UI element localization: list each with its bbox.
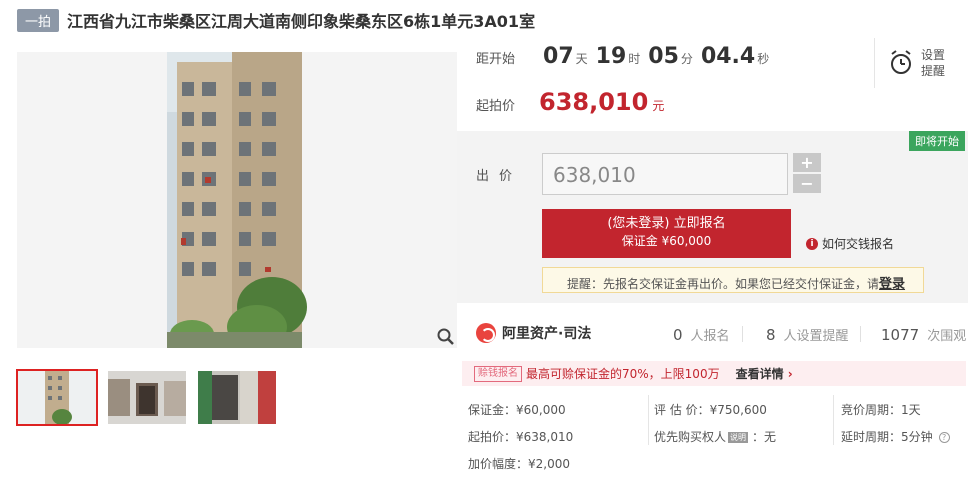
how-to-pay-link[interactable]: i 如何交钱报名 bbox=[806, 235, 894, 252]
stat-reminders-label: 人设置提醒 bbox=[783, 329, 849, 344]
start-price-value: 638,010 bbox=[539, 88, 649, 116]
stat-reminders: 8 人设置提醒 bbox=[766, 325, 849, 344]
info-icon: i bbox=[806, 237, 818, 250]
brand-name: 阿里资产·司法 bbox=[502, 326, 592, 342]
status-badge: 即将开始 bbox=[909, 131, 965, 151]
title-row: 一拍 江西省九江市柴桑区江周大道南侧印象柴桑东区6栋1单元3A01室 bbox=[17, 8, 535, 32]
bidding-cycle-info: 竞价周期：1天 bbox=[841, 403, 921, 417]
zoom-icon[interactable] bbox=[436, 327, 456, 347]
countdown-days: 07 bbox=[543, 44, 574, 69]
countdown-label: 距开始 bbox=[476, 52, 516, 67]
notice-text: 提醒：先报名交保证金再出价。如果您已经交付保证金，请 bbox=[567, 277, 880, 291]
deposit-info: 保证金：¥60,000 bbox=[468, 403, 566, 417]
page-title: 江西省九江市柴桑区江周大道南侧印象柴桑东区6栋1单元3A01室 bbox=[67, 12, 536, 31]
credit-promo-tag: 赊钱报名 bbox=[474, 365, 522, 382]
bid-label: 出价 bbox=[476, 169, 523, 184]
increase-bid-button[interactable]: + bbox=[793, 153, 821, 172]
start-price-label: 起拍价 bbox=[476, 99, 516, 114]
stat-views-count: 1077 bbox=[881, 326, 920, 344]
countdown-seconds-unit: 秒 bbox=[757, 52, 770, 66]
alarm-clock-icon bbox=[891, 50, 911, 74]
countdown-minutes: 05 bbox=[648, 44, 679, 69]
thumbnail-3[interactable] bbox=[198, 371, 276, 424]
countdown-seconds: 04.4 bbox=[700, 44, 756, 69]
login-notice: 提醒：先报名交保证金再出价。如果您已经交付保证金，请登录 bbox=[542, 267, 924, 293]
stat-divider bbox=[860, 326, 861, 342]
stat-divider bbox=[742, 326, 743, 342]
chevron-right-icon: › bbox=[787, 367, 793, 381]
set-reminder-line2: 提醒 bbox=[921, 64, 946, 78]
view-details-label: 查看详情 bbox=[735, 367, 784, 381]
start-price-info: 起拍价：¥638,010 bbox=[468, 430, 574, 444]
login-link[interactable]: 登录 bbox=[879, 277, 905, 292]
priority-buyer-value: ：无 bbox=[752, 430, 777, 444]
priority-buyer-info: 优先购买权人 说明 ：无 bbox=[654, 428, 776, 445]
bid-amount-input[interactable]: 638,010 bbox=[542, 153, 788, 195]
thumbnail-hallway-image bbox=[108, 371, 186, 424]
delay-cycle-label: 延时周期：5分钟 bbox=[841, 430, 933, 444]
countdown-minutes-unit: 分 bbox=[680, 52, 693, 66]
ali-assets-logo: 阿里资产·司法 bbox=[476, 323, 591, 343]
stat-views-label: 次围观 bbox=[927, 329, 967, 344]
view-details-link[interactable]: 查看详情 › bbox=[736, 365, 793, 382]
countdown-hours-unit: 时 bbox=[628, 52, 641, 66]
register-deposit-label: 保证金 ¥60,000 bbox=[621, 234, 712, 248]
credit-promo-banner: 赊钱报名 最高可赊保证金的70%，上限100万 查看详情 › bbox=[462, 361, 966, 386]
priority-note-icon[interactable]: 说明 bbox=[728, 432, 749, 443]
thumbnail-1[interactable] bbox=[16, 369, 98, 426]
start-price-row: 起拍价 638,010 元 bbox=[476, 88, 664, 116]
stat-registrations-count: 0 bbox=[673, 326, 683, 344]
set-reminder-line1: 设置 bbox=[921, 48, 946, 62]
appraisal-info: 评 估 价：¥750,600 bbox=[654, 403, 767, 417]
countdown-hours: 19 bbox=[595, 44, 627, 69]
stat-registrations-label: 人报名 bbox=[690, 329, 730, 344]
start-price-unit: 元 bbox=[652, 99, 665, 113]
info-divider bbox=[648, 395, 649, 445]
set-reminder-button[interactable]: 设置 提醒 bbox=[874, 38, 954, 88]
priority-buyer-label: 优先购买权人 bbox=[654, 430, 727, 444]
countdown-days-unit: 天 bbox=[575, 52, 588, 66]
ali-logo-icon bbox=[476, 323, 496, 343]
auction-round-badge: 一拍 bbox=[17, 8, 60, 32]
how-to-pay-label: 如何交钱报名 bbox=[822, 237, 895, 251]
stat-reminders-count: 8 bbox=[766, 326, 776, 344]
increment-info: 加价幅度：¥2,000 bbox=[468, 457, 570, 471]
countdown: 距开始 07 天 19 时 05 分 04.4 秒 bbox=[476, 44, 775, 69]
delay-cycle-info: 延时周期：5分钟? bbox=[841, 428, 950, 445]
set-reminder-label: 设置 提醒 bbox=[921, 47, 945, 79]
decrease-bid-button[interactable]: − bbox=[793, 174, 821, 193]
stat-registrations: 0 人报名 bbox=[673, 325, 730, 344]
credit-promo-text: 最高可赊保证金的70%，上限100万 bbox=[526, 367, 720, 381]
register-button-label: (您未登录) 立即报名 bbox=[607, 216, 726, 231]
thumbnail-building-image bbox=[18, 371, 96, 424]
building-photo bbox=[17, 52, 457, 348]
info-divider bbox=[833, 395, 834, 445]
main-photo[interactable] bbox=[17, 52, 457, 348]
register-now-button[interactable]: (您未登录) 立即报名 保证金 ¥60,000 bbox=[542, 209, 791, 258]
thumbnail-door-image bbox=[198, 371, 276, 424]
thumbnail-2[interactable] bbox=[108, 371, 186, 424]
help-icon[interactable]: ? bbox=[938, 432, 950, 443]
stat-views: 1077 次围观 bbox=[881, 325, 966, 344]
